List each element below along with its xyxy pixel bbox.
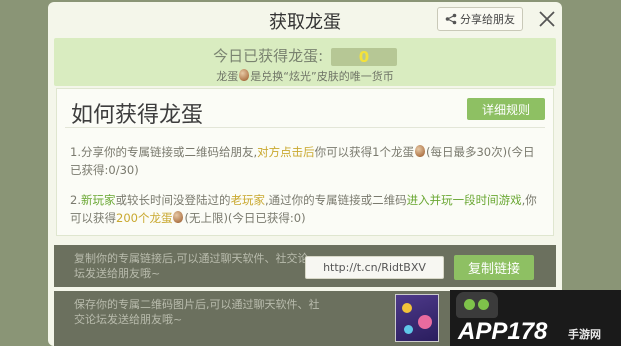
share-button-label: 分享给朋友 [460,13,515,26]
close-icon [539,11,555,27]
app178-watermark: APP178 手游网 [450,290,621,346]
method-2-part-c: ,通过你的专属链接或二维码 [264,193,407,207]
share-link-row: 复制你的专属链接后,可以通过聊天软件、社交论坛发送给朋友哦~ http://t.… [54,245,556,287]
watermark-brand: APP178 [458,318,548,345]
dragon-egg-icon [414,145,425,157]
copy-link-button[interactable]: 复制链接 [454,255,534,280]
watermark-sub: 手游网 [568,328,601,341]
method-2-text: 2.新玩家或较长时间没登陆过的老玩家,通过你的专属链接或二维码进入并玩一段时间游… [70,191,540,227]
method-1-highlight: 对方点击后 [257,145,315,159]
egg-count-value: 0 [330,47,397,66]
qr-thumb-decor [402,303,412,313]
dragon-egg-icon [239,69,250,81]
method-1-text: 1.分享你的专属链接或二维码给朋友,对方点击后你可以获得1个龙蛋 (每日最多30次… [70,143,540,179]
method-2-highlight-old-player: 老玩家 [230,193,265,207]
divider [65,127,545,128]
detailed-rules-button[interactable]: 详细规则 [467,98,545,120]
method-2-part-b: 或较长时间没登陆过的 [115,193,231,207]
logo-eye [464,299,475,310]
method-2-highlight-new-player: 新玩家 [80,193,116,207]
how-to-get-panel: 如何获得龙蛋 详细规则 1.分享你的专属链接或二维码给朋友,对方点击后你可以获得… [56,88,554,236]
share-link-hint: 复制你的专属链接后,可以通过聊天软件、社交论坛发送给朋友哦~ [74,252,309,280]
method-1-part-a: 1.分享你的专属链接或二维码给朋友, [70,145,258,159]
dialog-title-bar: 获取龙蛋 分享给朋友 [48,2,562,36]
egg-count-label: 今日已获得龙蛋: [213,47,324,65]
share-icon [445,13,457,25]
egg-count-line: 今日已获得龙蛋: 0 [54,45,556,66]
logo-eye [478,299,489,310]
egg-note-prefix: 龙蛋 [216,70,239,83]
method-2-highlight-play: 进入并玩一段时间游戏 [406,193,522,207]
how-to-title: 如何获得龙蛋 [71,103,204,128]
dragon-egg-icon [173,211,184,223]
share-qr-hint: 保存你的专属二维码图片后,可以通过聊天软件、社交论坛发送给朋友哦~ [74,298,320,326]
egg-count-panel: 今日已获得龙蛋: 0 龙蛋 是兑换“炫光”皮肤的唯一货币 [54,38,556,86]
share-to-friends-button[interactable]: 分享给朋友 [437,7,523,31]
method-2-part-e: (无上限)(今日已获得:0) [184,211,306,225]
app178-logo-icon [456,292,498,318]
egg-note-suffix: 是兑换“炫光”皮肤的唯一货币 [250,70,394,83]
method-1-part-b: 你可以获得1个龙蛋 [314,145,414,159]
egg-currency-note: 龙蛋 是兑换“炫光”皮肤的唯一货币 [54,68,556,84]
method-2-highlight-eggs: 200个龙蛋 [116,211,173,225]
share-link-field[interactable]: http://t.cn/RidtBXV [305,256,444,279]
qr-thumb-decor [404,325,413,334]
qr-code-image[interactable] [395,294,439,342]
method-2-part-a: 2. [70,193,81,207]
close-button[interactable] [535,7,559,31]
qr-thumb-decor [418,315,432,329]
